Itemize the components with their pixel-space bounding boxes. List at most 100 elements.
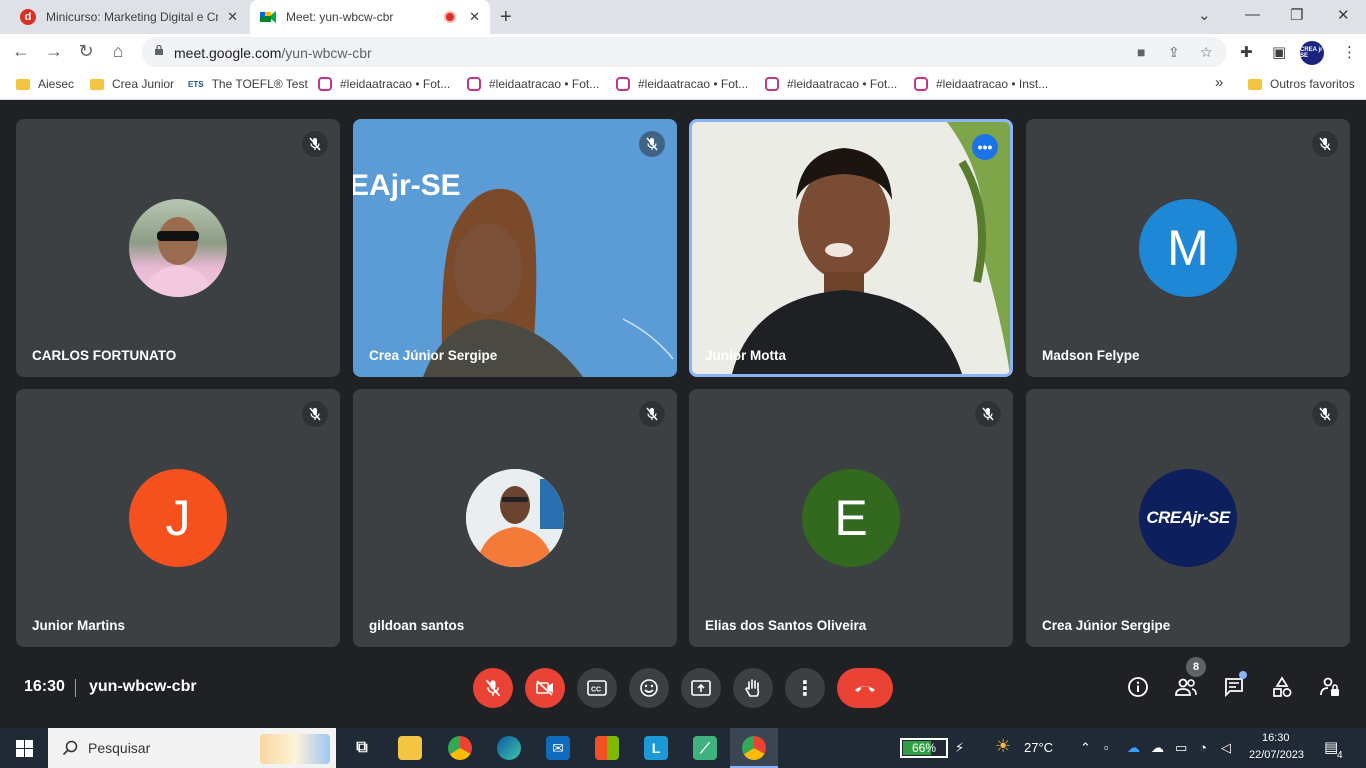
weather-icon[interactable]: ☀ [995, 736, 1011, 757]
camera-icon[interactable]: ■ [1137, 44, 1145, 60]
captions-icon: CC [587, 680, 607, 696]
participant-letter-avatar: E [802, 469, 900, 567]
taskbar-search-box[interactable]: Pesquisar [48, 728, 336, 768]
more-options-icon[interactable]: ••• [972, 134, 998, 160]
tab-search-chevron-icon[interactable]: ⌄ [1198, 6, 1211, 24]
host-controls-button[interactable] [1316, 673, 1344, 701]
tab-title: Meet: yun-wbcw-cbr [286, 10, 394, 24]
crea-logo-avatar: CREAjr-SE [1139, 469, 1237, 567]
mic-toggle-button[interactable] [473, 668, 513, 708]
edge-icon[interactable] [497, 736, 521, 760]
battery-indicator[interactable]: 66% [900, 738, 948, 758]
bookmark-item[interactable]: Aiesec [16, 77, 74, 91]
file-explorer-icon[interactable] [398, 736, 422, 760]
chat-icon [1225, 678, 1243, 698]
weather-temp[interactable]: 27°C [1024, 740, 1053, 755]
onedrive-icon[interactable]: ☁ [1127, 740, 1140, 756]
new-tab-button[interactable]: + [500, 6, 512, 29]
bookmark-item[interactable]: Crea Junior [90, 77, 174, 91]
forward-button[interactable]: → [43, 41, 65, 62]
mic-off-icon [639, 401, 665, 427]
windows-start-icon[interactable] [16, 740, 33, 757]
leave-call-button[interactable] [837, 668, 893, 708]
bookmark-star-icon[interactable]: ☆ [1200, 44, 1213, 61]
participant-name: Madson Felype [1042, 348, 1140, 363]
present-button[interactable] [681, 668, 721, 708]
plug-icon: ⚡ [955, 740, 965, 755]
cloud-icon[interactable]: ☁ [1151, 740, 1164, 756]
extensions-icon[interactable]: ✚ [1240, 43, 1253, 61]
restore-button[interactable]: ❐ [1290, 6, 1303, 24]
app-l-icon[interactable]: L [644, 736, 668, 760]
recording-icon [444, 11, 456, 23]
task-view-icon[interactable]: ⧉ [350, 736, 374, 760]
tab-meet[interactable]: Meet: yun-wbcw-cbr ✕ [250, 0, 490, 34]
bookmark-item[interactable]: ETS The TOEFL® Test [188, 77, 308, 91]
hang-up-icon [855, 686, 875, 692]
reload-button[interactable]: ↻ [75, 41, 97, 62]
back-button[interactable]: ← [10, 41, 32, 62]
camera-toggle-button[interactable] [525, 668, 565, 708]
bookmark-item[interactable]: #leidaatracao • Fot... [765, 77, 897, 91]
participant-tile[interactable]: M Madson Felype [1026, 119, 1350, 377]
bookmark-item[interactable]: #leidaatracao • Fot... [467, 77, 599, 91]
profile-avatar[interactable]: CREA jr SE [1300, 41, 1324, 65]
info-icon [1128, 677, 1148, 697]
participant-photo-avatar [466, 469, 564, 567]
app-green-icon[interactable]: ⟋ [693, 736, 717, 760]
captions-button[interactable]: CC [577, 668, 617, 708]
camera-off-icon [536, 680, 553, 696]
people-icon [1175, 678, 1197, 696]
participant-tile[interactable]: gildoan santos [353, 389, 677, 647]
participant-tile-active-speaker[interactable]: ••• Junior Motta [689, 119, 1013, 377]
reactions-button[interactable] [629, 668, 669, 708]
menu-icon[interactable]: ⋮ [1342, 43, 1357, 61]
search-placeholder: Pesquisar [88, 740, 151, 756]
bookmark-item[interactable]: #leidaatracao • Fot... [616, 77, 748, 91]
close-icon[interactable]: ✕ [469, 9, 480, 25]
clock-date[interactable]: 22/07/2023 [1249, 749, 1304, 761]
video-feed: EAjr-SE [353, 119, 677, 377]
meeting-time: 16:30 [24, 678, 65, 695]
bookmark-item[interactable]: #leidaatracao • Fot... [318, 77, 450, 91]
share-icon[interactable]: ⇪ [1168, 44, 1180, 61]
participant-tile[interactable]: EAjr-SE Crea Júnior Sergipe [353, 119, 677, 377]
close-icon[interactable]: ✕ [227, 9, 238, 25]
chrome-icon[interactable] [742, 736, 766, 760]
wifi-icon[interactable]: ◔ [1199, 740, 1207, 755]
close-window-button[interactable]: ✕ [1337, 6, 1350, 24]
battery-tray-icon[interactable]: ▭ [1175, 740, 1187, 756]
raise-hand-button[interactable] [733, 668, 773, 708]
participant-name: Crea Júnior Sergipe [369, 348, 498, 363]
participant-tile[interactable]: J Junior Martins [16, 389, 340, 647]
more-options-button[interactable]: ⋮ [785, 668, 825, 708]
meet-tray-icon[interactable]: ▫ [1104, 740, 1109, 755]
other-bookmarks[interactable]: Outros favoritos [1248, 77, 1355, 91]
more-bookmarks-icon[interactable]: » [1215, 74, 1223, 91]
meeting-details-button[interactable] [1124, 673, 1152, 701]
shapes-icon [1273, 676, 1292, 697]
participant-tile[interactable]: E Elias dos Santos Oliveira [689, 389, 1013, 647]
side-panel-icon[interactable]: ▣ [1272, 43, 1286, 61]
clock-time[interactable]: 16:30 [1262, 732, 1290, 744]
participant-tile[interactable]: CREAjr-SE Crea Júnior Sergipe [1026, 389, 1350, 647]
folder-icon [90, 78, 104, 90]
people-button[interactable] [1172, 673, 1200, 701]
minimize-button[interactable]: — [1245, 6, 1260, 23]
microsoft-store-icon[interactable] [595, 736, 619, 760]
windows-taskbar: Pesquisar ⧉ ✉ L ⟋ 66% ⚡ ☀ 27°C ⌃ ▫ ☁ ☁ ▭… [0, 728, 1366, 768]
site-d-icon: d [20, 9, 36, 25]
participant-tile[interactable]: CARLOS FORTUNATO [16, 119, 340, 377]
tab-minicurso[interactable]: d Minicurso: Marketing Digital e Cr ✕ [10, 0, 248, 34]
address-bar[interactable]: meet.google.com/yun-wbcw-cbr ■ ⇪ ☆ [142, 37, 1227, 67]
video-feed [692, 122, 1010, 374]
mail-icon[interactable]: ✉ [546, 736, 570, 760]
volume-icon[interactable]: ◁ [1221, 740, 1231, 756]
chevron-up-icon[interactable]: ⌃ [1080, 740, 1091, 756]
mic-off-icon [302, 131, 328, 157]
bookmark-item[interactable]: #leidaatracao • Inst... [914, 77, 1048, 91]
chrome-profile-icon[interactable] [448, 736, 472, 760]
home-button[interactable]: ⌂ [107, 41, 129, 62]
participant-photo-avatar [129, 199, 227, 297]
activities-button[interactable] [1268, 673, 1296, 701]
